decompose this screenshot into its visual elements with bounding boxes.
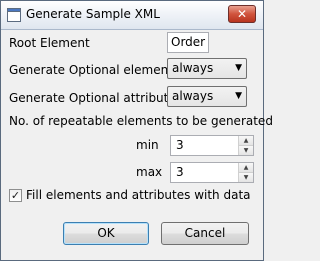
title-bar[interactable]: Generate Sample XML ✕ bbox=[1, 1, 263, 30]
optional-attributes-select[interactable]: always ▼ bbox=[167, 86, 247, 107]
optional-attributes-value: always bbox=[172, 89, 214, 103]
chevron-down-icon: ▼ bbox=[235, 91, 242, 101]
dialog-window: Generate Sample XML ✕ Root Element Order… bbox=[0, 0, 273, 261]
checkmark-icon: ✓ bbox=[10, 189, 21, 202]
spin-up-icon[interactable]: ▲ bbox=[239, 163, 253, 173]
spin-up-icon[interactable]: ▲ bbox=[239, 136, 253, 146]
fill-data-label[interactable]: Fill elements and attributes with data bbox=[26, 188, 251, 202]
chevron-down-icon: ▼ bbox=[235, 63, 242, 73]
ok-button[interactable]: OK bbox=[63, 222, 149, 245]
spin-down-icon[interactable]: ▼ bbox=[239, 173, 253, 182]
fill-data-checkbox[interactable]: ✓ bbox=[9, 189, 22, 202]
cancel-button[interactable]: Cancel bbox=[161, 222, 249, 245]
max-value: 3 bbox=[176, 165, 184, 179]
max-spinner[interactable]: 3 ▲ ▼ bbox=[170, 162, 254, 183]
min-value: 3 bbox=[176, 138, 184, 152]
optional-elements-label: Generate Optional elements bbox=[9, 63, 180, 77]
close-button[interactable]: ✕ bbox=[228, 5, 256, 23]
repeatable-elements-label: No. of repeatable elements to be generat… bbox=[9, 114, 273, 128]
optional-elements-value: always bbox=[172, 61, 214, 75]
root-element-value: Order bbox=[171, 35, 206, 49]
root-element-label: Root Element bbox=[9, 36, 90, 50]
min-label: min bbox=[136, 138, 159, 152]
min-spinner[interactable]: 3 ▲ ▼ bbox=[170, 135, 254, 156]
app-window-icon bbox=[7, 8, 21, 22]
window-title: Generate Sample XML bbox=[26, 7, 160, 21]
spin-down-icon[interactable]: ▼ bbox=[239, 146, 253, 155]
root-element-field[interactable]: Order bbox=[167, 32, 209, 53]
optional-elements-select[interactable]: always ▼ bbox=[167, 58, 247, 79]
optional-attributes-label: Generate Optional attributes bbox=[9, 91, 183, 105]
close-icon: ✕ bbox=[236, 7, 248, 21]
max-label: max bbox=[136, 165, 163, 179]
